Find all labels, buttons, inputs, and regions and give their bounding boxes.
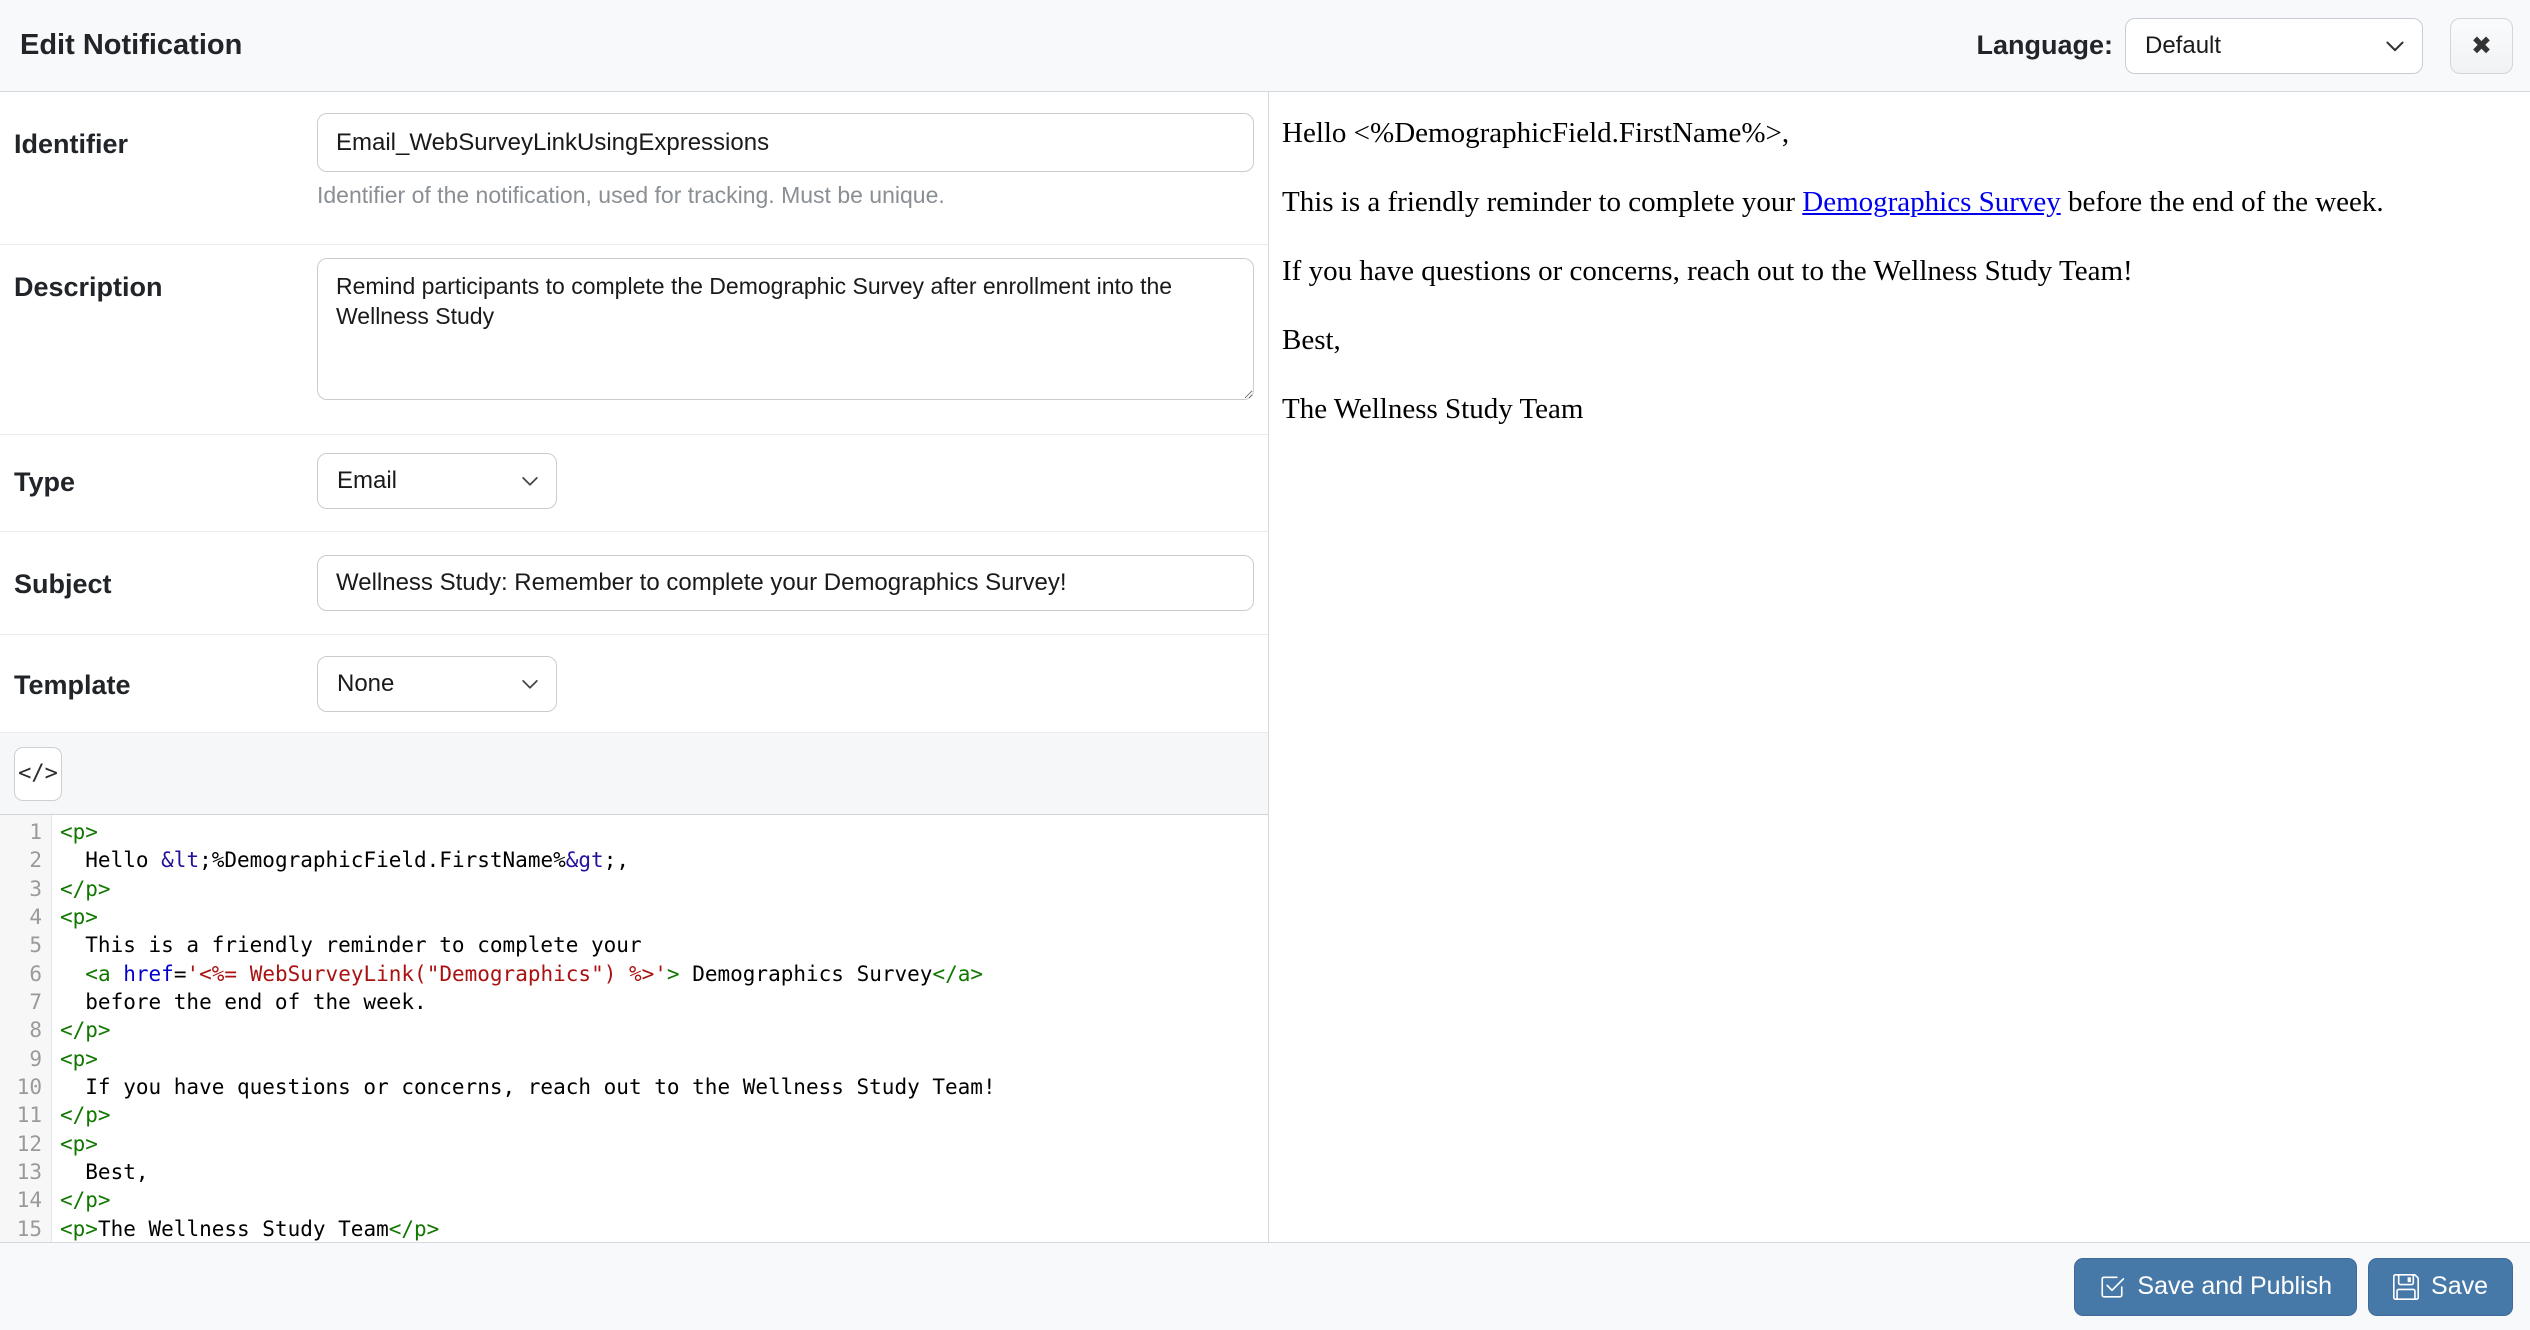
code-mode-button[interactable]: </> xyxy=(14,747,62,801)
line-number: 1 xyxy=(0,818,51,846)
code-line[interactable]: Hello &lt;%DemographicField.FirstName%&g… xyxy=(60,846,1268,874)
code-line[interactable]: </p> xyxy=(60,1186,1268,1214)
line-number: 9 xyxy=(0,1045,51,1073)
line-number: 8 xyxy=(0,1016,51,1044)
description-row: Description Remind participants to compl… xyxy=(0,245,1268,435)
identifier-help-text: Identifier of the notification, used for… xyxy=(317,182,1254,209)
identifier-label: Identifier xyxy=(14,92,317,244)
type-select[interactable]: Email xyxy=(317,453,557,509)
line-number: 13 xyxy=(0,1158,51,1186)
code-line[interactable]: <p> xyxy=(60,1045,1268,1073)
header-controls: Language: Default ✖ xyxy=(1976,18,2513,74)
code-line[interactable]: </p> xyxy=(60,1101,1268,1129)
line-number: 10 xyxy=(0,1073,51,1101)
language-label: Language: xyxy=(1976,30,2113,61)
template-label: Template xyxy=(14,635,317,732)
line-number: 7 xyxy=(0,988,51,1016)
code-line[interactable]: <p> xyxy=(60,903,1268,931)
code-line[interactable]: <a href='<%= WebSurveyLink("Demographics… xyxy=(60,960,1268,988)
email-preview-panel: Hello <%DemographicField.FirstName%>, Thi… xyxy=(1269,92,2530,1242)
main-content: Identifier Identifier of the notificatio… xyxy=(0,92,2530,1242)
chevron-down-icon xyxy=(520,674,540,694)
page-title: Edit Notification xyxy=(20,29,242,62)
save-button[interactable]: Save xyxy=(2368,1258,2513,1316)
line-number: 3 xyxy=(0,875,51,903)
code-line[interactable]: <p> xyxy=(60,818,1268,846)
template-row: Template None xyxy=(0,635,1268,733)
check-square-icon xyxy=(2099,1274,2125,1300)
language-select-value: Default xyxy=(2145,32,2221,60)
editor-gutter: 123456789101112131415 xyxy=(0,815,52,1242)
description-label: Description xyxy=(14,245,317,434)
subject-input[interactable] xyxy=(317,555,1254,611)
type-label: Type xyxy=(14,435,317,531)
footer: Save and Publish Save xyxy=(0,1242,2530,1330)
language-select[interactable]: Default xyxy=(2125,18,2423,74)
save-and-publish-label: Save and Publish xyxy=(2137,1272,2332,1301)
preview-paragraph: This is a friendly reminder to complete … xyxy=(1282,183,2510,221)
preview-paragraph: If you have questions or concerns, reach… xyxy=(1282,252,2510,290)
preview-paragraph: Best, xyxy=(1282,321,2510,359)
line-number: 5 xyxy=(0,931,51,959)
notification-form-panel: Identifier Identifier of the notificatio… xyxy=(0,92,1269,1242)
preview-paragraph: The Wellness Study Team xyxy=(1282,390,2510,428)
template-select[interactable]: None xyxy=(317,656,557,712)
line-number: 2 xyxy=(0,846,51,874)
code-line[interactable]: </p> xyxy=(60,875,1268,903)
subject-row: Subject xyxy=(0,532,1268,635)
type-select-value: Email xyxy=(337,467,397,495)
html-code-editor[interactable]: 123456789101112131415 <p> Hello &lt;%Dem… xyxy=(0,815,1268,1242)
floppy-save-icon xyxy=(2393,1274,2419,1300)
identifier-input[interactable] xyxy=(317,113,1254,172)
code-line[interactable]: <p>The Wellness Study Team</p> xyxy=(60,1215,1268,1242)
code-icon: </> xyxy=(18,761,58,786)
code-line[interactable]: If you have questions or concerns, reach… xyxy=(60,1073,1268,1101)
description-textarea[interactable]: Remind participants to complete the Demo… xyxy=(317,258,1254,400)
code-line[interactable]: This is a friendly reminder to complete … xyxy=(60,931,1268,959)
line-number: 14 xyxy=(0,1186,51,1214)
save-and-publish-button[interactable]: Save and Publish xyxy=(2074,1258,2357,1316)
code-line[interactable]: Best, xyxy=(60,1158,1268,1186)
header: Edit Notification Language: Default ✖ xyxy=(0,0,2530,92)
line-number: 12 xyxy=(0,1130,51,1158)
type-row: Type Email xyxy=(0,435,1268,532)
line-number: 4 xyxy=(0,903,51,931)
line-number: 11 xyxy=(0,1101,51,1129)
template-select-value: None xyxy=(337,670,394,698)
subject-label: Subject xyxy=(14,532,317,634)
chevron-down-icon xyxy=(2384,35,2406,57)
chevron-down-icon xyxy=(520,471,540,491)
preview-body: Hello <%DemographicField.FirstName%>, Thi… xyxy=(1282,114,2510,428)
preview-survey-link[interactable]: Demographics Survey xyxy=(1802,186,2061,218)
preview-paragraph: Hello <%DemographicField.FirstName%>, xyxy=(1282,114,2510,152)
editor-toolbar: </> xyxy=(0,733,1268,815)
edit-notification-dialog: Edit Notification Language: Default ✖ Id… xyxy=(0,0,2530,1330)
close-icon: ✖ xyxy=(2471,31,2492,61)
code-line[interactable]: before the end of the week. xyxy=(60,988,1268,1016)
line-number: 15 xyxy=(0,1215,51,1242)
save-label: Save xyxy=(2431,1272,2488,1301)
identifier-row: Identifier Identifier of the notificatio… xyxy=(0,92,1268,245)
line-number: 6 xyxy=(0,960,51,988)
code-line[interactable]: <p> xyxy=(60,1130,1268,1158)
code-line[interactable]: </p> xyxy=(60,1016,1268,1044)
close-button[interactable]: ✖ xyxy=(2450,18,2513,74)
editor-code[interactable]: <p> Hello &lt;%DemographicField.FirstNam… xyxy=(52,815,1268,1242)
